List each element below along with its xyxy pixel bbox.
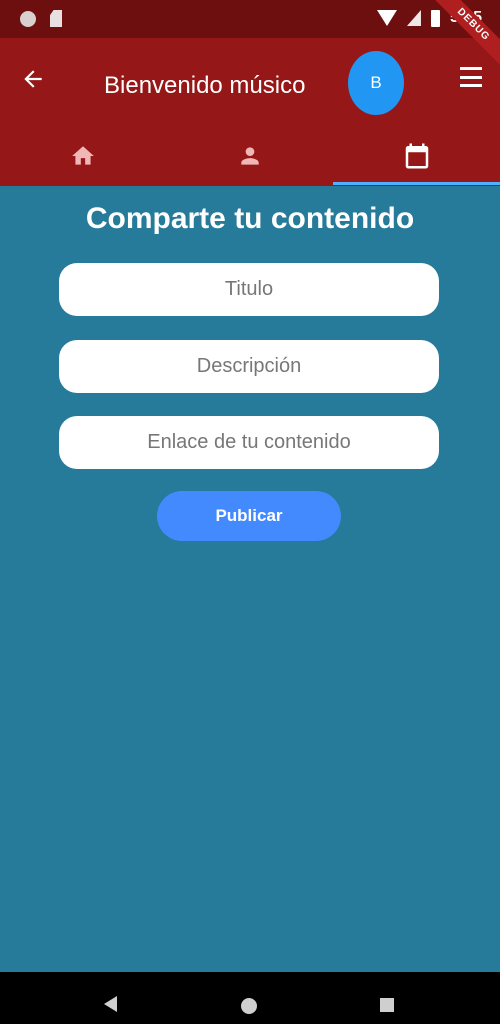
description-input[interactable] (59, 340, 439, 393)
wifi-icon (376, 10, 397, 26)
nav-home-icon[interactable] (241, 998, 257, 1014)
tab-profile[interactable] (167, 128, 334, 184)
tab-indicator (333, 182, 500, 185)
hamburger-menu-icon[interactable] (460, 67, 482, 87)
notification-dot-icon (20, 10, 36, 27)
title-input[interactable] (59, 263, 439, 316)
arrow-back-icon[interactable] (20, 66, 46, 92)
tab-home[interactable] (0, 128, 167, 184)
battery-icon (430, 9, 440, 27)
status-bar: 5:45 (0, 0, 500, 38)
form-heading: Comparte tu contenido (85, 202, 415, 235)
avatar-initial: B (370, 73, 382, 92)
calendar-icon (405, 143, 428, 169)
description-field[interactable] (59, 340, 439, 393)
link-input[interactable] (59, 416, 439, 469)
nav-recents-icon[interactable] (380, 998, 394, 1012)
system-nav-bar (0, 972, 500, 1024)
link-field[interactable] (59, 416, 439, 469)
sd-card-icon (50, 10, 62, 27)
person-icon (241, 147, 259, 165)
page-title: Bienvenido músico (104, 72, 306, 99)
app-bar: Bienvenido músico B (0, 38, 500, 186)
signal-icon (406, 10, 421, 26)
tab-bar (0, 128, 500, 184)
publish-button[interactable]: Publicar (157, 491, 341, 541)
home-icon (72, 146, 95, 165)
tab-calendar[interactable] (333, 128, 500, 184)
avatar[interactable]: B (348, 51, 404, 115)
title-field[interactable] (59, 263, 439, 316)
nav-back-icon[interactable] (104, 996, 117, 1012)
